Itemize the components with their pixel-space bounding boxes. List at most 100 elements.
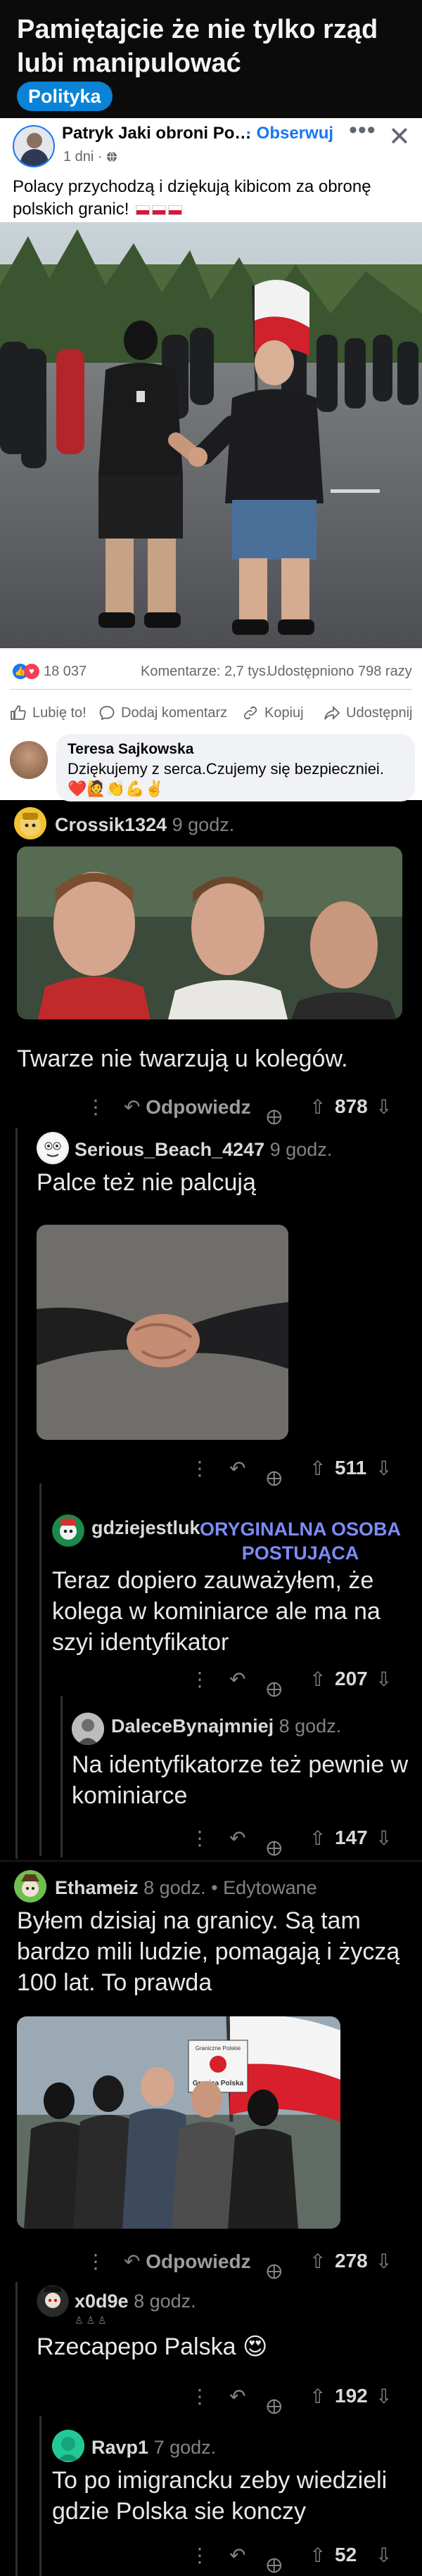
comment-action-bar: ⋮ ↶ 🜨 ⇧ 207 ⇩ <box>0 1662 422 1701</box>
poland-flag-icon <box>168 205 183 215</box>
upvote-icon[interactable]: ⇧ <box>309 2250 326 2273</box>
comment-image-handshake[interactable] <box>37 1225 288 1440</box>
upvote-icon[interactable]: ⇧ <box>309 1668 326 1691</box>
downvote-icon[interactable]: ⇩ <box>376 2385 392 2408</box>
upvote-icon[interactable]: ⇧ <box>309 1457 326 1480</box>
vote-score: 207 <box>335 1668 368 1689</box>
comment-meta: x0d9e 8 godz. <box>75 2291 196 2312</box>
fb-post-age: 1 dni · <box>63 149 107 165</box>
downvote-icon[interactable]: ⇩ <box>376 1095 392 1119</box>
username[interactable]: Ravp1 <box>91 2437 148 2458</box>
facebook-screenshot[interactable]: Patryk Jaki obroni Polsk · Obserwuj ••• … <box>0 117 422 801</box>
heart-eyes-emoji-icon: 😍 <box>242 2333 268 2360</box>
fb-action-bar: Lubię to! Dodaj komentarz Kopiuj Udostęp… <box>0 695 422 735</box>
more-options-icon: ⋮ <box>86 2250 106 2272</box>
user-avatar[interactable] <box>72 1713 104 1745</box>
user-avatar[interactable] <box>37 2285 69 2317</box>
post-header: Pamiętajcie że nie tylko rząd lubi manip… <box>0 0 422 120</box>
vote-score: 192 <box>335 2385 368 2407</box>
downvote-icon[interactable]: ⇩ <box>376 1827 392 1850</box>
user-avatar[interactable] <box>52 1514 84 1547</box>
vote-score: 511 <box>335 1457 367 1479</box>
reply-label: Odpowiedz <box>146 2250 251 2272</box>
award-icon[interactable]: 🜨 <box>266 2250 283 2290</box>
emoji-reactions-icon: ❤️🙋👏💪✌️ <box>68 780 164 797</box>
reply-label: Odpowiedz <box>146 1096 251 1118</box>
timestamp: 9 godz. <box>172 814 235 835</box>
username[interactable]: Crossik1324 <box>55 814 167 835</box>
more-options-icon: ⋮ <box>190 1457 210 1479</box>
comment-body: Teraz dopiero zauważyłem, że kolega w ko… <box>52 1567 381 1656</box>
award-icon[interactable]: 🜨 <box>266 1668 283 1708</box>
more-options-icon: ⋮ <box>86 1096 106 1118</box>
globe-icon <box>106 149 117 165</box>
username[interactable]: Serious_Beach_4247 <box>75 1139 264 1160</box>
fb-comment-bubble: Teresa Sajkowska Dziękujemy z serca.Czuj… <box>56 734 415 801</box>
fb-like-button: Lubię to! <box>10 704 87 721</box>
comment-body: Palce też nie palcują <box>37 1169 256 1196</box>
award-icon[interactable]: 🜨 <box>266 2544 283 2576</box>
vote-score: 147 <box>335 1827 368 1848</box>
post-flair[interactable]: Polityka <box>17 82 113 111</box>
fb-like-label: Lubię to! <box>32 704 87 721</box>
username[interactable]: DaleceBynajmniej <box>111 1715 274 1737</box>
comment-body: Twarze nie twarzują u kolegów. <box>17 1045 348 1072</box>
comment-body-text: Rzecapepo Palska <box>37 2333 236 2360</box>
love-reaction-icon: ♥ <box>24 664 39 679</box>
downvote-icon[interactable]: ⇩ <box>376 1668 392 1691</box>
reply-button[interactable]: ↶ Odpowiedz <box>124 1095 251 1119</box>
award-icon[interactable]: 🜨 <box>266 1095 283 1135</box>
upvote-icon[interactable]: ⇧ <box>309 1095 326 1119</box>
downvote-icon[interactable]: ⇩ <box>376 1457 392 1480</box>
user-avatar[interactable] <box>52 2430 84 2462</box>
upvote-icon[interactable]: ⇧ <box>309 2385 326 2408</box>
more-options-icon: ⋮ <box>190 1668 210 1690</box>
link-icon <box>243 706 257 720</box>
fb-follow-link: · Obserwuj <box>246 124 334 143</box>
thread-separator <box>0 1860 422 1862</box>
vote-score: 278 <box>335 2250 368 2272</box>
fb-copy-button: Kopiuj <box>242 704 304 721</box>
fb-menu-icon: ••• <box>349 117 376 143</box>
user-avatar[interactable] <box>14 807 46 839</box>
reply-button[interactable]: ↶ <box>229 2544 245 2567</box>
thread-rail[interactable] <box>15 2282 18 2576</box>
timestamp: 7 godz. <box>153 2437 217 2458</box>
comment-meta: Ravp1 7 godz. <box>91 2437 216 2459</box>
more-options-icon: ⋮ <box>190 1827 210 1849</box>
comment-image-faces[interactable] <box>17 846 402 1019</box>
comment-image-border-group[interactable]: Graniczne Polskie Granica Polska <box>17 2016 340 2229</box>
fb-comment-count: Komentarze: 2,7 tys. <box>141 664 270 679</box>
vote-score: 878 <box>335 1095 368 1117</box>
upvote-icon[interactable]: ⇧ <box>309 1827 326 1850</box>
comment-action-bar: ⋮ ↶ 🜨 ⇧ 511 ⇩ <box>0 1451 422 1490</box>
fb-comment-button: Dodaj komentarz <box>98 704 227 721</box>
downvote-icon[interactable]: ⇩ <box>376 2544 392 2567</box>
username[interactable]: gdziejestluk <box>91 1517 200 1539</box>
comment-meta: Serious_Beach_4247 9 godz. <box>75 1139 332 1161</box>
reply-button[interactable]: ↶ <box>229 1827 245 1850</box>
username[interactable]: Ethameiz <box>55 1877 139 1898</box>
fb-author-name: Patryk Jaki obroni Polsk <box>62 124 252 143</box>
fb-comment-label: Dodaj komentarz <box>121 704 228 721</box>
username[interactable]: x0d9e <box>75 2291 129 2312</box>
comment-action-bar: ⋮ ↶ Odpowiedz 🜨 ⇧ 878 ⇩ <box>0 1090 422 1128</box>
award-icon[interactable]: 🜨 <box>266 1457 283 1497</box>
share-arrow-icon <box>324 705 340 721</box>
thread-rail[interactable] <box>15 1128 18 1859</box>
poland-flag-icon <box>152 205 167 215</box>
reply-button[interactable]: ↶ Odpowiedz <box>124 2250 251 2273</box>
thumbs-up-icon <box>11 705 26 720</box>
comment-body: Byłem dzisiaj na granicy. Są tam bardzo … <box>17 1907 400 1996</box>
downvote-icon[interactable]: ⇩ <box>376 2250 392 2273</box>
comment-action-bar: ⋮ ↶ 🜨 ⇧ 52 ⇩ <box>0 2538 422 2576</box>
reply-button[interactable]: ↶ <box>229 1668 245 1691</box>
award-icon[interactable]: 🜨 <box>266 2385 283 2425</box>
user-avatar[interactable] <box>14 1870 46 1902</box>
timestamp: 8 godz. <box>279 1715 342 1737</box>
reply-button[interactable]: ↶ <box>229 1457 245 1480</box>
timestamp: 8 godz. • Edytowane <box>143 1877 317 1898</box>
user-avatar[interactable] <box>37 1132 69 1164</box>
upvote-icon[interactable]: ⇧ <box>309 2544 326 2567</box>
reply-button[interactable]: ↶ <box>229 2385 245 2408</box>
